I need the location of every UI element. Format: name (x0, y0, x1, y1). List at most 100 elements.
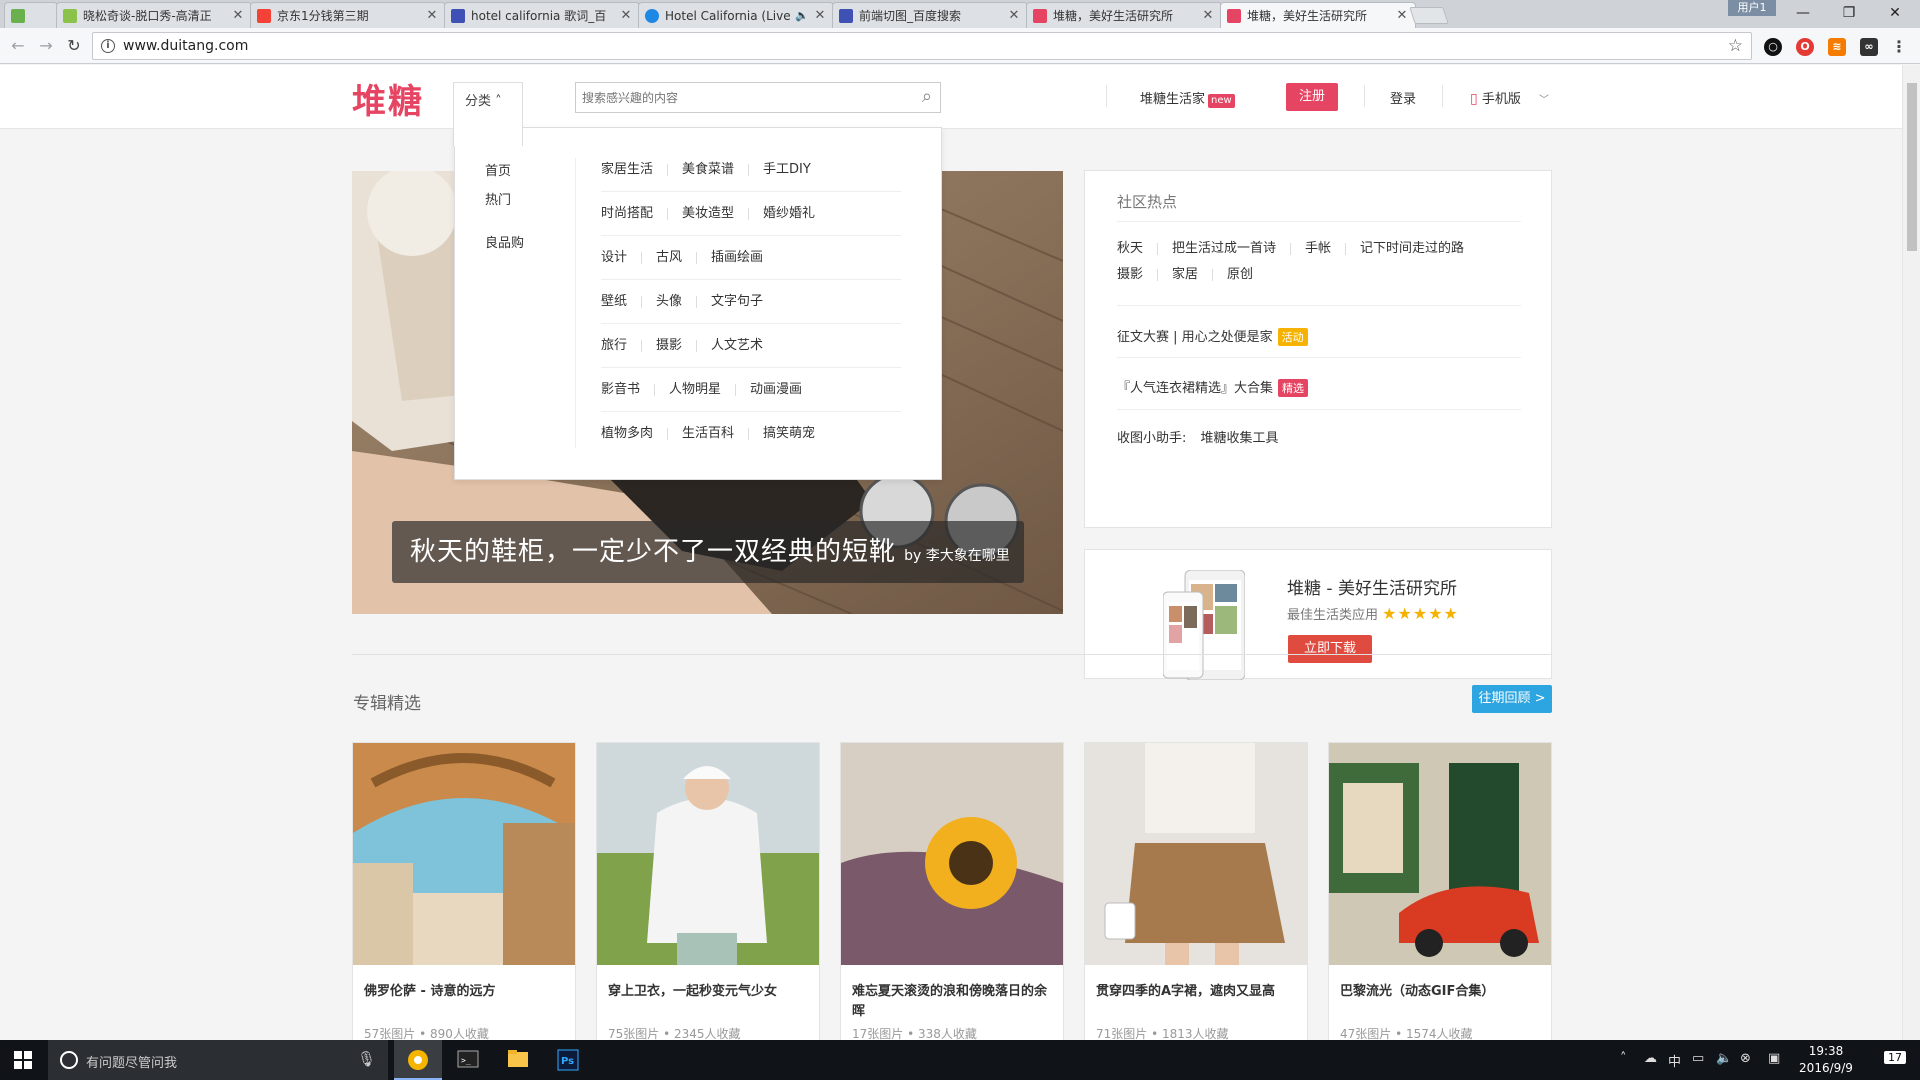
tab-5[interactable]: 前端切图_百度搜索 ✕ (832, 2, 1028, 28)
album-card[interactable]: 穿上卫衣，一起秒变元气少女 75张图片 • 2345人收藏 (596, 742, 820, 1040)
close-icon[interactable]: ✕ (1395, 8, 1409, 23)
close-icon[interactable]: ✕ (619, 8, 633, 23)
close-icon[interactable]: ✕ (231, 8, 245, 23)
menu-item-hot[interactable]: 热门 (485, 189, 524, 208)
extension-icon[interactable]: ≋ (1828, 38, 1846, 56)
tool-link[interactable]: 堆糖收集工具 (1201, 431, 1279, 446)
category-link[interactable]: 动画漫画 (735, 383, 816, 396)
category-link[interactable]: 设计 (601, 251, 641, 264)
hot-item-contest[interactable]: 征文大赛 | 用心之处便是家 活动 (1117, 326, 1308, 346)
album-title[interactable]: 贯穿四季的A字裙，遮肉又显高 (1096, 982, 1296, 1002)
category-link[interactable]: 壁纸 (601, 295, 641, 308)
album-title[interactable]: 佛罗伦萨 - 诗意的远方 (364, 982, 564, 1002)
close-window-button[interactable]: ✕ (1872, 0, 1918, 26)
hot-tag[interactable]: 手帐 (1290, 242, 1345, 255)
search-input[interactable] (576, 83, 896, 112)
search-icon[interactable]: ⌕ (922, 86, 932, 107)
hot-tag[interactable]: 家居 (1157, 268, 1212, 281)
album-title[interactable]: 巴黎流光（动态GIF合集） (1340, 982, 1540, 1002)
action-icon[interactable]: ▣ (1768, 1051, 1780, 1066)
taskbar-photoshop[interactable]: Ps (544, 1040, 592, 1080)
glasses-icon[interactable]: ∞ (1860, 38, 1878, 56)
album-card[interactable]: 佛罗伦萨 - 诗意的远方 57张图片 • 890人收藏 (352, 742, 576, 1040)
maximize-button[interactable]: ❐ (1826, 0, 1872, 26)
hot-tag[interactable]: 原创 (1212, 268, 1267, 281)
microphone-icon[interactable]: 🎙 (357, 1050, 376, 1068)
extension-circle-icon[interactable]: ○ (1764, 38, 1782, 56)
opera-icon[interactable]: O (1796, 38, 1814, 56)
past-reviews-button[interactable]: 往期回顾 > (1472, 685, 1552, 713)
hot-tag[interactable]: 记下时间走过的路 (1345, 242, 1478, 255)
category-link[interactable]: 手工DIY (748, 163, 825, 176)
hot-tag[interactable]: 把生活过成一首诗 (1157, 242, 1290, 255)
cloud-icon[interactable]: ☁ (1644, 1051, 1657, 1066)
site-logo[interactable]: 堆糖 (352, 74, 424, 123)
scrollbar-thumb[interactable] (1907, 83, 1917, 251)
close-icon[interactable]: ✕ (1007, 8, 1021, 23)
category-link[interactable]: 时尚搭配 (601, 207, 667, 220)
tab-2[interactable]: 京东1分钱第三期 ✕ (250, 2, 446, 28)
category-link[interactable]: 摄影 (641, 339, 696, 352)
taskbar-explorer[interactable] (494, 1040, 542, 1080)
info-icon[interactable]: i (101, 39, 115, 53)
notification-count[interactable]: 17 (1884, 1051, 1906, 1064)
category-link[interactable]: 人文艺术 (696, 339, 777, 352)
minimize-button[interactable]: — (1780, 0, 1826, 26)
category-link[interactable]: 古风 (641, 251, 696, 264)
category-link[interactable]: 搞笑萌宠 (748, 427, 829, 440)
category-link[interactable]: 头像 (641, 295, 696, 308)
taskbar-chrome[interactable] (394, 1040, 442, 1080)
address-bar[interactable]: i www.duitang.com ☆ (92, 32, 1752, 60)
album-card[interactable]: 难忘夏天滚烫的浪和傍晚落日的余晖 17张图片 • 338人收藏 (840, 742, 1064, 1040)
reload-icon[interactable]: ↻ (64, 36, 84, 56)
category-link[interactable]: 美食菜谱 (667, 163, 748, 176)
close-icon[interactable]: ✕ (1201, 8, 1215, 23)
new-tab-button[interactable] (1409, 7, 1449, 24)
close-circle-icon[interactable]: ⊗ (1740, 1051, 1751, 1066)
hot-tag[interactable]: 秋天 (1117, 242, 1157, 255)
hero-byline[interactable]: by 李大象在哪里 (904, 548, 1010, 564)
back-icon[interactable]: ← (8, 36, 28, 56)
system-clock[interactable]: 19:38 2016/9/9 (1796, 1043, 1856, 1077)
hot-item-dress[interactable]: 『人气连衣裙精选』大合集 精选 (1117, 377, 1309, 397)
register-button[interactable]: 注册 (1286, 83, 1338, 111)
chevron-up-icon[interactable]: ˄ (1620, 1051, 1627, 1066)
menu-item-shop[interactable]: 良品购 (485, 232, 524, 251)
bookmark-star-icon[interactable]: ☆ (1728, 36, 1743, 56)
album-title[interactable]: 穿上卫衣，一起秒变元气少女 (608, 982, 808, 1002)
tab-active[interactable]: 堆糖，美好生活研究所 ✕ (1220, 2, 1416, 28)
category-link[interactable]: 家居生活 (601, 163, 667, 176)
mobile-link[interactable]: ▯ 手机版 ﹀ (1470, 88, 1549, 107)
tab-pinned[interactable] (4, 2, 58, 28)
category-link[interactable]: 生活百科 (667, 427, 748, 440)
profile-badge[interactable]: 用户1 (1728, 0, 1776, 16)
category-link[interactable]: 插画绘画 (696, 251, 777, 264)
category-link[interactable]: 婚纱婚礼 (748, 207, 829, 220)
cortana-search[interactable]: 有问题尽管问我 🎙 (48, 1040, 388, 1080)
tab-6[interactable]: 堆糖，美好生活研究所 ✕ (1026, 2, 1222, 28)
forward-icon[interactable]: → (36, 36, 56, 56)
album-card[interactable]: 巴黎流光（动态GIF合集） 47张图片 • 1574人收藏 (1328, 742, 1552, 1040)
url-text[interactable]: www.duitang.com (123, 38, 248, 54)
category-link[interactable]: 文字句子 (696, 295, 777, 308)
category-link[interactable]: 美妆造型 (667, 207, 748, 220)
vertical-scrollbar[interactable] (1902, 65, 1920, 1040)
hero-caption[interactable]: 秋天的鞋柜，一定少不了一双经典的短靴 by 李大象在哪里 (392, 521, 1024, 583)
category-link[interactable]: 植物多肉 (601, 427, 667, 440)
menu-item-home[interactable]: 首页 (485, 160, 524, 179)
category-link[interactable]: 旅行 (601, 339, 641, 352)
category-button[interactable]: 分类 ˄ (453, 82, 523, 146)
menu-icon[interactable]: ⋮ (1890, 38, 1908, 56)
tab-1[interactable]: 晓松奇谈-脱口秀-高清正 ✕ (56, 2, 252, 28)
category-link[interactable]: 人物明星 (654, 383, 735, 396)
taskbar-terminal[interactable]: >_ (444, 1040, 492, 1080)
speaker-icon[interactable]: 🔈 (795, 9, 809, 22)
tab-4[interactable]: Hotel California (Live 🔈 ✕ (638, 2, 834, 28)
download-button[interactable]: 立即下载 (1288, 635, 1372, 663)
login-link[interactable]: 登录 (1390, 88, 1416, 107)
network-icon[interactable]: ▭ (1692, 1051, 1704, 1066)
hot-tag[interactable]: 摄影 (1117, 268, 1157, 281)
ime-indicator[interactable]: 中 (1668, 1051, 1681, 1070)
volume-icon[interactable]: 🔈 (1716, 1051, 1732, 1066)
album-card[interactable]: 贯穿四季的A字裙，遮肉又显高 71张图片 • 1813人收藏 (1084, 742, 1308, 1040)
